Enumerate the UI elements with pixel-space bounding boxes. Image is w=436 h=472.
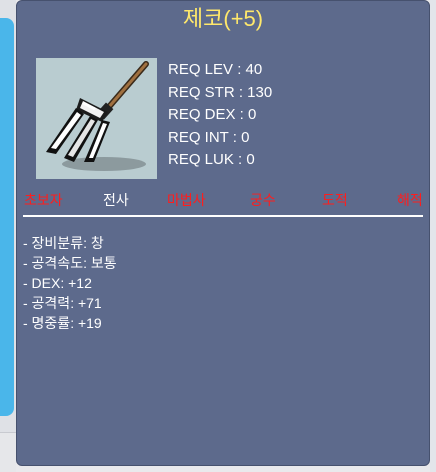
- pitchfork-weapon-icon: [46, 61, 149, 171]
- job-restrictions: 초보자 전사 마법사 궁수 도적 해적: [17, 190, 429, 212]
- stat-attack: - 공격력: +71: [23, 295, 102, 311]
- req-level: REQ LEV : 40: [168, 61, 263, 78]
- stat-dex: - DEX: +12: [23, 275, 92, 291]
- job-magician: 마법사: [167, 192, 206, 208]
- item-tooltip: 제코(+5) REQ LEV: 40 REQ STR: 130 REQ DE…: [16, 0, 430, 466]
- req-luk: REQ LUK : 0: [168, 151, 255, 168]
- stat-accuracy: - 명중률: +19: [23, 315, 102, 331]
- background-right-edge: [430, 0, 436, 472]
- stat-equip-type: - 장비분류: 창: [23, 235, 104, 251]
- screen: 제코(+5) REQ LEV: 40 REQ STR: 130 REQ DE…: [0, 0, 436, 472]
- job-thief: 도적: [322, 192, 348, 208]
- item-stats: - 장비분류: 창 - 공격속도: 보통 - DEX: +12 - 공격력: +…: [23, 233, 117, 333]
- req-str: REQ STR : 130: [168, 83, 273, 101]
- divider: [23, 215, 423, 217]
- requirements-list: REQ LEV : 40 REQ STR : 130 REQ DEX : 0 R…: [168, 59, 272, 172]
- stat-attack-speed: - 공격속도: 보통: [23, 255, 117, 271]
- background-card-bottom: [0, 432, 16, 472]
- req-dex: REQ DEX : 0: [168, 106, 257, 123]
- job-archer: 궁수: [250, 192, 276, 208]
- job-pirate: 해적: [397, 192, 423, 208]
- item-name: 제코(+5): [182, 6, 264, 31]
- item-icon-frame: [36, 58, 157, 179]
- job-beginner: 초보자: [24, 192, 63, 208]
- job-warrior: 전사: [103, 192, 129, 208]
- req-int: REQ INT : 0: [168, 128, 250, 146]
- background-blue-bar: [0, 18, 14, 416]
